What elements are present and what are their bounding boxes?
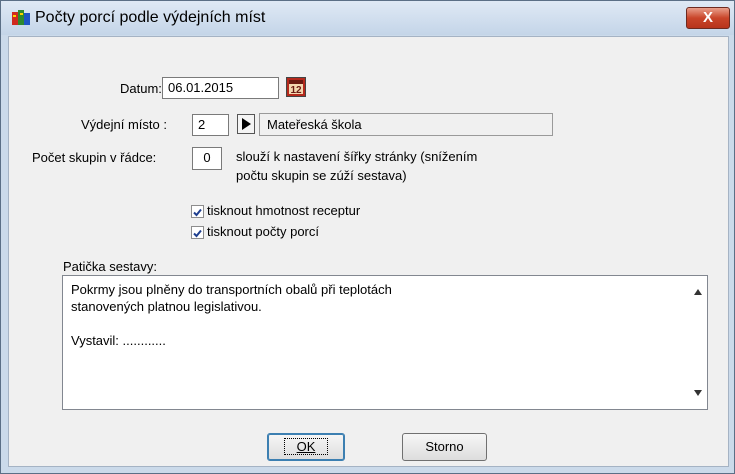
vydejni-misto-label: Výdejní místo :: [81, 117, 167, 132]
ok-button-label: OK: [283, 438, 329, 455]
pocet-skupin-label: Počet skupin v řádce:: [32, 150, 157, 165]
scroll-up-icon[interactable]: [693, 288, 703, 296]
svg-text:12: 12: [290, 85, 302, 96]
play-icon: [242, 118, 251, 130]
window-title: Počty porcí podle výdejních míst: [35, 9, 266, 26]
pocet-skupin-hint-1: slouží k nastavení šířky stránky (snížen…: [236, 149, 478, 164]
button-bar: OK Storno: [8, 428, 729, 467]
paticka-textarea[interactable]: Pokrmy jsou plněny do transportních obal…: [62, 275, 708, 410]
tisknout-pocty-label[interactable]: tisknout počty porcí: [207, 224, 319, 239]
select-place-button[interactable]: [237, 114, 255, 134]
storno-button[interactable]: Storno: [402, 433, 487, 461]
tisknout-hmotnost-label[interactable]: tisknout hmotnost receptur: [207, 203, 360, 218]
vydejni-misto-input[interactable]: 2: [192, 114, 229, 136]
calendar-icon: 12: [289, 80, 303, 96]
datum-label: Datum:: [120, 81, 162, 96]
scroll-down-icon[interactable]: [693, 389, 703, 397]
paticka-line: Vystavil: ............: [71, 333, 166, 348]
pocet-skupin-hint-2: počtu skupin se zúží sestava): [236, 168, 407, 183]
checkmark-icon: [193, 208, 202, 217]
ok-button[interactable]: OK: [267, 433, 345, 461]
close-button[interactable]: X: [686, 7, 730, 29]
paticka-line: Pokrmy jsou plněny do transportních obal…: [71, 282, 392, 297]
vydejni-misto-name: Mateřeská škola: [259, 113, 553, 136]
calendar-button[interactable]: 12: [286, 77, 306, 97]
dialog-window: Počty porcí podle výdejních míst X Datum…: [0, 0, 735, 474]
close-icon: X: [702, 9, 713, 26]
checkmark-icon: [193, 229, 202, 238]
pocet-skupin-input[interactable]: 0: [192, 147, 222, 170]
title-bar[interactable]: Počty porcí podle výdejních míst X: [1, 1, 734, 35]
paticka-label: Patička sestavy:: [63, 259, 157, 274]
tisknout-pocty-checkbox[interactable]: [191, 226, 204, 239]
storno-button-label: Storno: [425, 439, 464, 454]
tisknout-hmotnost-checkbox[interactable]: [191, 205, 204, 218]
app-icon: [12, 10, 30, 25]
dialog-body: Datum: 06.01.2015 12 Výdejní místo : 2 M…: [8, 36, 729, 429]
paticka-line: stanovených platnou legislativou.: [71, 299, 262, 314]
datum-input[interactable]: 06.01.2015: [162, 77, 279, 99]
